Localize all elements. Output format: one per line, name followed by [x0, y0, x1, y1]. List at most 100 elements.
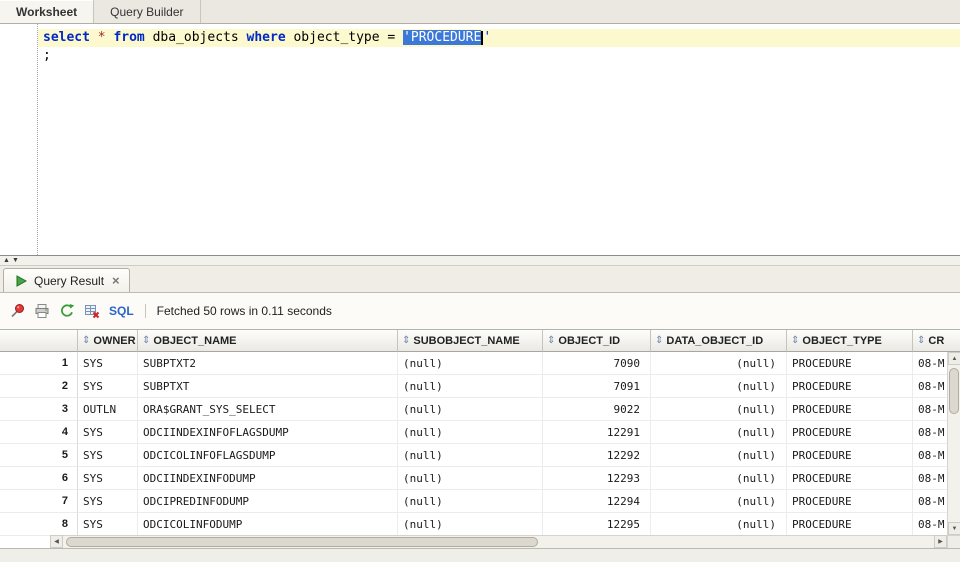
grid-cell[interactable]: (null): [398, 398, 543, 421]
grid-cell[interactable]: SUBPTXT: [138, 375, 398, 398]
grid-cell[interactable]: ODCICOLINFOFLAGSDUMP: [138, 444, 398, 467]
splitter-collapse-down-icon[interactable]: ▼: [12, 257, 19, 264]
scroll-right-icon[interactable]: ▶: [934, 535, 947, 548]
tab-query-builder[interactable]: Query Builder: [94, 0, 201, 23]
refresh-button[interactable]: [59, 303, 75, 319]
grid-cell[interactable]: PROCEDURE: [787, 352, 913, 375]
grid-cell[interactable]: (null): [398, 444, 543, 467]
grid-cell[interactable]: ORA$GRANT_SYS_SELECT: [138, 398, 398, 421]
code-line[interactable]: select * from dba_objects where object_t…: [38, 29, 960, 47]
column-header-owner[interactable]: ⇕ OWNER: [78, 330, 138, 352]
editor-tabstrip: Worksheet Query Builder: [0, 0, 960, 24]
grid-cell[interactable]: ODCIPREDINFODUMP: [138, 490, 398, 513]
grid-cell[interactable]: ODCIINDEXINFOFLAGSDUMP: [138, 421, 398, 444]
grid-cell[interactable]: 12294: [543, 490, 651, 513]
horizontal-scroll-thumb[interactable]: [66, 537, 538, 547]
grid-cell[interactable]: PROCEDURE: [787, 398, 913, 421]
row-number[interactable]: 8: [0, 513, 78, 536]
vertical-scroll-thumb[interactable]: [949, 368, 959, 414]
grid-cell[interactable]: (null): [398, 490, 543, 513]
grid-cell[interactable]: SYS: [78, 352, 138, 375]
row-number[interactable]: 5: [0, 444, 78, 467]
grid-cell[interactable]: (null): [398, 513, 543, 536]
table-row[interactable]: 6 SYS ODCIINDEXINFODUMP (null) 12293 (null) PR…: [0, 467, 960, 490]
pin-result-button[interactable]: [9, 303, 25, 319]
row-number[interactable]: 4: [0, 421, 78, 444]
code-line[interactable]: ;: [38, 47, 960, 65]
grid-cell[interactable]: PROCEDURE: [787, 444, 913, 467]
grid-cell[interactable]: ODCICOLINFODUMP: [138, 513, 398, 536]
grid-cell[interactable]: PROCEDURE: [787, 467, 913, 490]
row-number[interactable]: 2: [0, 375, 78, 398]
grid-cell[interactable]: 12293: [543, 467, 651, 490]
grid-cell[interactable]: 9022: [543, 398, 651, 421]
table-row[interactable]: 4 SYS ODCIINDEXINFOFLAGSDUMP (null) 12291 (nu…: [0, 421, 960, 444]
close-result-tab-icon[interactable]: ×: [112, 273, 120, 288]
grid-cell[interactable]: 12291: [543, 421, 651, 444]
horizontal-scrollbar[interactable]: ◀ ▶: [50, 535, 947, 548]
grid-body: 1 SYS SUBPTXT2 (null) 7090 (null) PROCEDURE 08-…: [0, 352, 960, 536]
grid-cell[interactable]: (null): [651, 375, 787, 398]
grid-cell[interactable]: SYS: [78, 467, 138, 490]
grid-cell[interactable]: (null): [398, 375, 543, 398]
grid-cell[interactable]: ODCIINDEXINFODUMP: [138, 467, 398, 490]
grid-cell[interactable]: (null): [651, 352, 787, 375]
print-button[interactable]: [34, 303, 50, 319]
grid-cell[interactable]: PROCEDURE: [787, 513, 913, 536]
grid-cell[interactable]: (null): [651, 444, 787, 467]
column-header-cr[interactable]: ⇕ CR: [913, 330, 960, 352]
panel-splitter[interactable]: ▲ ▼: [0, 256, 960, 266]
table-row[interactable]: 8 SYS ODCICOLINFODUMP (null) 12295 (null) PROC…: [0, 513, 960, 536]
column-header-object_type[interactable]: ⇕ OBJECT_TYPE: [787, 330, 913, 352]
grid-cell[interactable]: SYS: [78, 375, 138, 398]
grid-cell[interactable]: PROCEDURE: [787, 490, 913, 513]
sort-icon: ⇕: [82, 335, 91, 346]
table-row[interactable]: 7 SYS ODCIPREDINFODUMP (null) 12294 (null) PRO…: [0, 490, 960, 513]
column-header-object_name[interactable]: ⇕ OBJECT_NAME: [138, 330, 398, 352]
grid-cell[interactable]: 12292: [543, 444, 651, 467]
row-number[interactable]: 6: [0, 467, 78, 490]
grid-cell[interactable]: PROCEDURE: [787, 375, 913, 398]
grid-cell[interactable]: SYS: [78, 421, 138, 444]
tab-query-result[interactable]: Query Result ×: [3, 268, 130, 292]
grid-cell[interactable]: (null): [651, 490, 787, 513]
grid-cell[interactable]: (null): [651, 513, 787, 536]
grid-cell[interactable]: (null): [651, 398, 787, 421]
grid-cell[interactable]: (null): [398, 352, 543, 375]
grid-cell[interactable]: (null): [651, 467, 787, 490]
grid-cell[interactable]: (null): [651, 421, 787, 444]
grid-cell[interactable]: SUBPTXT2: [138, 352, 398, 375]
scroll-up-icon[interactable]: ▲: [948, 352, 960, 365]
table-row[interactable]: 1 SYS SUBPTXT2 (null) 7090 (null) PROCEDURE 08-…: [0, 352, 960, 375]
scroll-left-icon[interactable]: ◀: [50, 535, 63, 548]
grid-cell[interactable]: OUTLN: [78, 398, 138, 421]
grid-cell[interactable]: 7091: [543, 375, 651, 398]
column-header-object_id[interactable]: ⇕ OBJECT_ID: [543, 330, 651, 352]
code-area[interactable]: select * from dba_objects where object_t…: [38, 24, 960, 255]
column-header-subobject_name[interactable]: ⇕ SUBOBJECT_NAME: [398, 330, 543, 352]
clear-result-button[interactable]: [84, 303, 100, 319]
tab-worksheet[interactable]: Worksheet: [0, 0, 95, 23]
grid-cell[interactable]: 12295: [543, 513, 651, 536]
vertical-scrollbar[interactable]: ▲ ▼: [947, 352, 960, 535]
grid-cell[interactable]: SYS: [78, 490, 138, 513]
grid-cell[interactable]: (null): [398, 467, 543, 490]
table-row[interactable]: 2 SYS SUBPTXT (null) 7091 (null) PROCEDURE 08-M: [0, 375, 960, 398]
grid-cell[interactable]: PROCEDURE: [787, 421, 913, 444]
row-number[interactable]: 7: [0, 490, 78, 513]
toolbar-separator: [144, 304, 146, 318]
sort-icon: ⇕: [142, 335, 151, 346]
grid-cell[interactable]: 7090: [543, 352, 651, 375]
grid-cell[interactable]: (null): [398, 421, 543, 444]
sql-editor[interactable]: select * from dba_objects where object_t…: [0, 24, 960, 256]
grid-cell[interactable]: SYS: [78, 444, 138, 467]
grid-cell[interactable]: SYS: [78, 513, 138, 536]
scroll-down-icon[interactable]: ▼: [948, 522, 960, 535]
table-row[interactable]: 3 OUTLN ORA$GRANT_SYS_SELECT (null) 9022 (nul…: [0, 398, 960, 421]
row-number[interactable]: 3: [0, 398, 78, 421]
table-row[interactable]: 5 SYS ODCICOLINFOFLAGSDUMP (null) 12292 (null…: [0, 444, 960, 467]
row-number[interactable]: 1: [0, 352, 78, 375]
splitter-collapse-up-icon[interactable]: ▲: [3, 257, 10, 264]
column-header-data_object_id[interactable]: ⇕ DATA_OBJECT_ID: [651, 330, 787, 352]
